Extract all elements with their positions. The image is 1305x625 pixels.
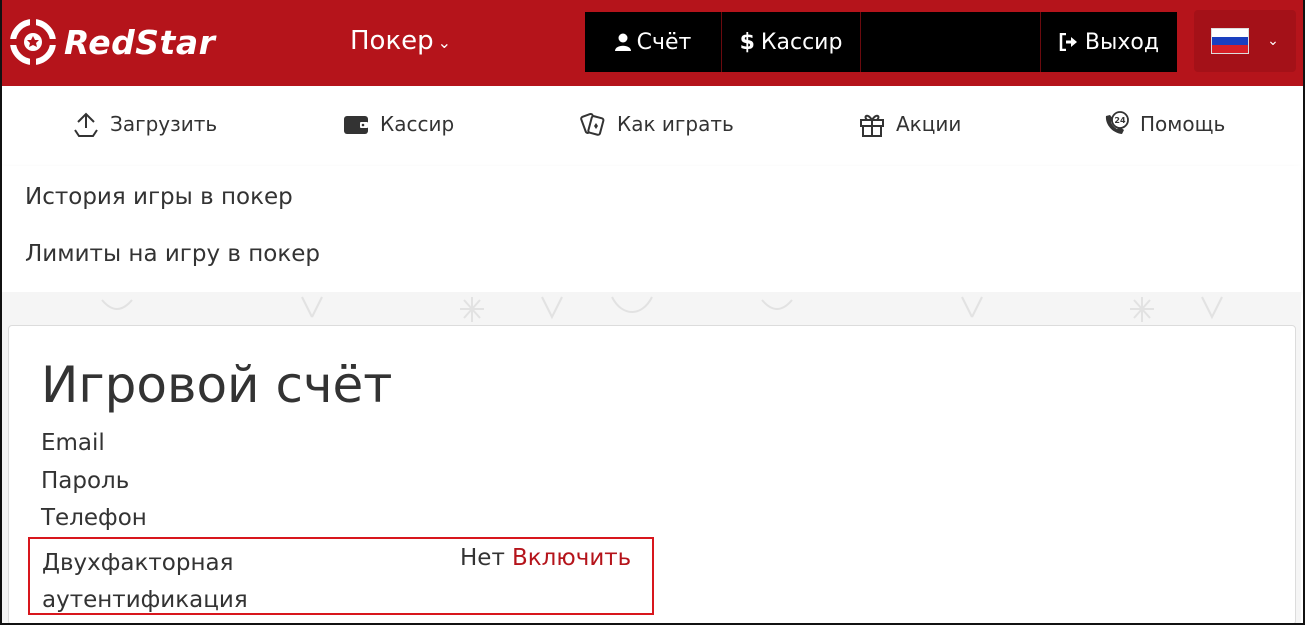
two-factor-status: Нет [460, 545, 505, 571]
poker-menu-label: Покер [350, 26, 434, 56]
subnav-item-label: Загрузить [110, 112, 218, 136]
subnav-item-cashier[interactable]: Кассир [342, 110, 454, 138]
email-label: Email [41, 430, 105, 456]
logo[interactable]: RedStar [8, 18, 215, 66]
gift-icon [860, 114, 884, 137]
secondary-nav: Загрузить Кассир Как играть Акции 24 Пом… [2, 86, 1301, 166]
logout-button[interactable]: Выход [1041, 12, 1177, 72]
subnav-item-help[interactable]: 24 Помощь [1102, 110, 1225, 138]
cards-icon [580, 112, 605, 136]
poker-dropdown-menu: История игры в покер Лимиты на игру в по… [2, 166, 1301, 292]
poker-limits-link[interactable]: Лимиты на игру в покер [25, 241, 320, 267]
cashier-button[interactable]: $ Кассир [722, 12, 861, 72]
password-label: Пароль [41, 468, 130, 494]
subnav-item-label: Акции [896, 112, 962, 136]
top-header: RedStar Покер ⌄ Счёт $ Кассир Выход ⌄ [0, 0, 1305, 86]
sign-out-icon [1059, 33, 1077, 51]
subnav-item-label: Помощь [1140, 112, 1226, 136]
account-button[interactable]: Счёт [585, 12, 722, 72]
page-title: Игровой счёт [41, 356, 393, 414]
subnav-item-label: Кассир [380, 112, 455, 136]
download-icon [74, 112, 98, 137]
empty-nav-slot [861, 12, 1041, 72]
account-label: Счёт [636, 29, 692, 55]
poker-chip-logo-icon [10, 19, 56, 65]
phone-label: Телефон [41, 505, 147, 531]
logout-label: Выход [1084, 29, 1160, 55]
wallet-icon [344, 116, 368, 134]
two-factor-highlight: Двухфакторная аутентификация Нет Включит… [28, 537, 654, 615]
account-card: Игровой счёт Email Пароль Телефон Двухфа… [8, 325, 1296, 625]
subnav-item-download[interactable]: Загрузить [72, 110, 217, 138]
enable-two-factor-link[interactable]: Включить [512, 545, 631, 571]
support-24-icon: 24 [1105, 111, 1129, 134]
subnav-item-label: Как играть [617, 112, 734, 136]
chevron-down-icon: ⌄ [437, 32, 452, 52]
poker-menu-dropdown[interactable]: Покер ⌄ [350, 26, 451, 56]
user-icon [614, 33, 631, 51]
dollar-icon: $ [739, 29, 755, 55]
two-factor-label: Двухфакторная аутентификация [42, 550, 248, 613]
poker-history-link[interactable]: История игры в покер [25, 184, 293, 210]
chevron-down-icon: ⌄ [1267, 33, 1279, 49]
cashier-label: Кассир [760, 29, 843, 55]
logo-text: RedStar [64, 22, 216, 62]
language-selector[interactable]: ⌄ [1194, 10, 1296, 72]
subnav-item-promotions[interactable]: Акции [858, 110, 961, 138]
russian-flag-icon [1211, 28, 1250, 54]
svg-text:24: 24 [1114, 116, 1126, 125]
subnav-item-how-to-play[interactable]: Как играть [579, 110, 734, 138]
top-nav: Счёт $ Кассир Выход [585, 12, 1177, 72]
